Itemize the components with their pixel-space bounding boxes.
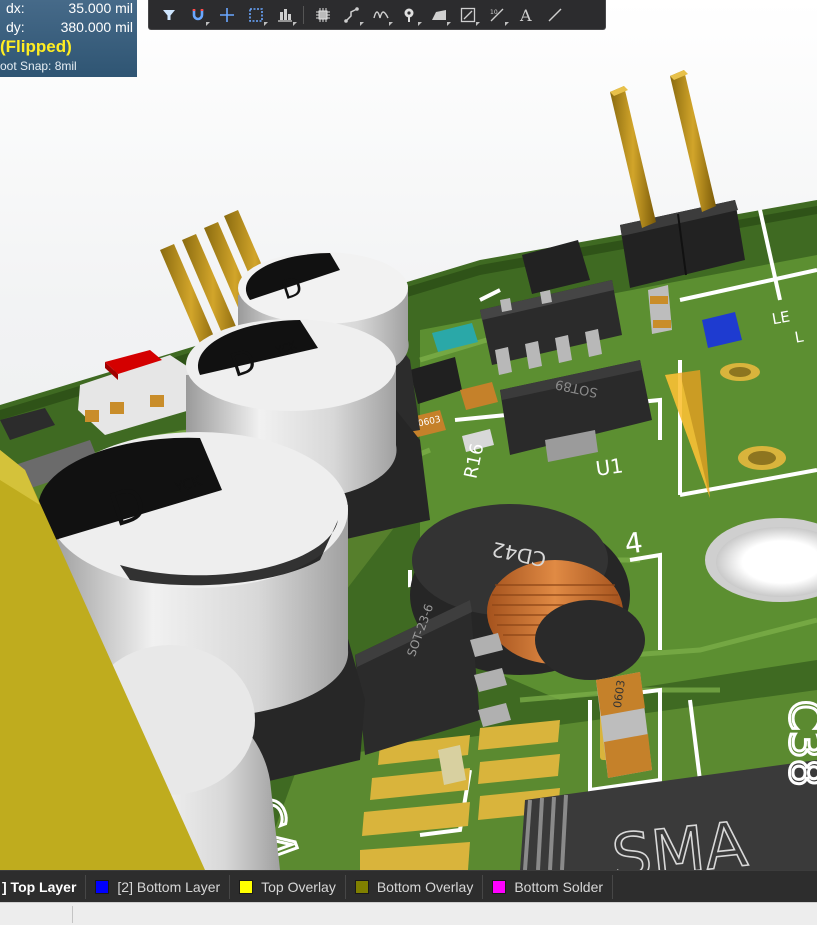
- component-button[interactable]: [309, 3, 336, 27]
- layer-tab-bottom-solder[interactable]: Bottom Solder: [483, 874, 614, 899]
- svg-text:LE: LE: [771, 307, 792, 328]
- layer-tab-label: Bottom Solder: [514, 878, 604, 895]
- layer-color-swatch: [492, 879, 507, 894]
- c38-label: C38: [779, 700, 817, 787]
- snap-info: oot Snap: 8mil: [0, 59, 77, 73]
- crosshair-icon: [219, 7, 234, 22]
- pcb-3d-scene[interactable]: SMA SOT89 U1 0603 R16 LE L CD42 4 0603 C…: [0, 0, 817, 870]
- filter-icon: [162, 9, 175, 20]
- component-icon: [315, 7, 330, 22]
- text-icon: A: [519, 6, 532, 24]
- polygon-button[interactable]: [425, 3, 452, 27]
- length-tuning-icon: 10: [490, 8, 503, 21]
- status-divider: [72, 906, 73, 923]
- layer-tab-bottom-layer[interactable]: [2] Bottom Layer: [86, 874, 231, 899]
- filter-button[interactable]: [155, 3, 182, 27]
- toolbar-separator: [303, 5, 304, 24]
- interactive-diff-pair-icon: [372, 10, 389, 18]
- dimension-icon: [460, 7, 475, 22]
- active-bar-toolbar: 10 A: [148, 0, 606, 30]
- crosshair-button[interactable]: [213, 3, 240, 27]
- layer-tab-label: Top Overlay: [261, 878, 336, 895]
- layer-tab-label: ] Top Layer: [2, 878, 77, 895]
- select-rectangle-icon: [248, 7, 263, 22]
- dx-value: 35.000 mil: [68, 0, 133, 16]
- u1-label: U1: [594, 453, 624, 481]
- svg-text:A: A: [519, 6, 532, 24]
- snap-magnet-button[interactable]: [184, 3, 211, 27]
- route-icon: [343, 6, 359, 23]
- interactive-diff-pair-button[interactable]: [367, 3, 394, 27]
- snap-magnet-icon: [192, 8, 203, 20]
- dy-value: 380.000 mil: [60, 19, 133, 35]
- place-pad-button[interactable]: [396, 3, 423, 27]
- align-icon: [277, 8, 292, 22]
- select-rectangle-button[interactable]: [242, 3, 269, 27]
- route-button[interactable]: [338, 3, 365, 27]
- text-button[interactable]: A: [512, 3, 539, 27]
- layer-color-swatch: [354, 879, 369, 894]
- place-pad-icon: [404, 8, 413, 22]
- polygon-icon: [431, 9, 446, 20]
- status-bar: [0, 902, 817, 925]
- svg-text:10: 10: [490, 9, 498, 16]
- measure-hud: dx: 35.000 mil dy: 380.000 mil (Flipped)…: [0, 0, 137, 77]
- layer-tabs-bar: ] Top Layer [2] Bottom Layer Top Overlay…: [0, 870, 817, 902]
- align-button[interactable]: [271, 3, 298, 27]
- dy-label: dy:: [6, 19, 25, 35]
- layer-color-swatch: [239, 879, 254, 894]
- layer-tab-label: [2] Bottom Layer: [117, 878, 221, 895]
- line-icon: [548, 8, 561, 21]
- pcb-3d-viewport[interactable]: SMA SOT89 U1 0603 R16 LE L CD42 4 0603 C…: [0, 0, 817, 870]
- length-tuning-button[interactable]: 10: [483, 3, 510, 27]
- layer-color-swatch: [95, 879, 110, 894]
- layer-tab-label: Bottom Overlay: [376, 878, 474, 895]
- layer-tab-top-overlay[interactable]: Top Overlay: [230, 874, 346, 899]
- layer-tab-top-layer[interactable]: ] Top Layer: [0, 874, 87, 899]
- flipped-indicator: (Flipped): [0, 37, 72, 56]
- line-button[interactable]: [541, 3, 568, 27]
- layer-tab-bottom-overlay[interactable]: Bottom Overlay: [346, 874, 484, 899]
- dimension-button[interactable]: [454, 3, 481, 27]
- dx-label: dx:: [6, 0, 25, 16]
